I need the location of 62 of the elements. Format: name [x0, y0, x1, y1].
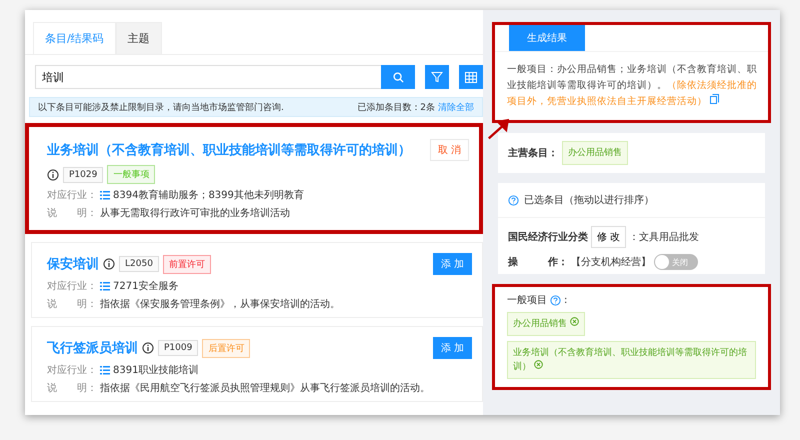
- add-button[interactable]: 添 加: [432, 337, 472, 359]
- field-label: 对应行业：: [47, 364, 97, 377]
- description-text: 指依据《民用航空飞行签派员执照管理规则》从事飞行签派员培训的活动。: [100, 382, 430, 395]
- add-button[interactable]: 添 加: [432, 253, 472, 275]
- table-view-button[interactable]: [459, 65, 483, 89]
- list-icon: [100, 366, 110, 374]
- field-label: 对应行业：: [47, 280, 97, 293]
- search-button[interactable]: [381, 65, 415, 89]
- item-code: P1029: [63, 166, 104, 182]
- section-label: 一般项目: [507, 294, 547, 307]
- permit-tag: 前置许可: [162, 254, 211, 274]
- result-text: 一般项目：办公用品销售；业务培训（不含教育培训、职业技能培训等需取得许可的培训）。（除依法须经批准的项目外，凭营业执照依法自主开展经营活动）: [495, 51, 768, 120]
- generate-button[interactable]: 生成结果: [509, 25, 585, 51]
- cancel-button[interactable]: 取 消: [430, 139, 469, 161]
- item-title[interactable]: 业务培训（不含教育培训、职业技能培训等需取得许可的培训）: [47, 141, 411, 159]
- operation-label: 操 作：: [508, 256, 568, 269]
- description-text: 从事无需取得行政许可审批的业务培训活动: [100, 206, 290, 220]
- permit-tag: 一般事项: [107, 165, 156, 184]
- industry-text: 7271安全服务: [113, 280, 178, 293]
- help-icon[interactable]: [550, 294, 561, 306]
- filter-button[interactable]: [425, 65, 449, 89]
- industry-label: 国民经济行业分类: [508, 230, 588, 244]
- grid-icon: [465, 72, 477, 82]
- search-field[interactable]: 培训: [35, 65, 381, 89]
- tab[interactable]: 主题: [116, 22, 162, 54]
- main-item-label: 主营条目：: [508, 146, 558, 160]
- help-icon[interactable]: [508, 194, 519, 206]
- field-label: 对应行业：: [47, 188, 97, 202]
- toggle-switch[interactable]: 关闭: [654, 254, 698, 270]
- industry-text: 8391职业技能培训: [113, 364, 198, 377]
- copy-icon[interactable]: [710, 94, 720, 104]
- info-icon: [142, 342, 154, 354]
- list-icon: [100, 282, 110, 290]
- description-text: 指依据《保安服务管理条例》，从事保安培训的活动。: [100, 298, 340, 311]
- tab[interactable]: 条目/结果码: [33, 22, 116, 54]
- notice-text: 以下条目可能涉及禁止限制目录，请向当地市场监管部门咨询.: [38, 102, 285, 114]
- section-title: 已选条目（拖动以进行排序）: [524, 194, 654, 207]
- operation-value: 【分支机构经营】: [571, 256, 651, 269]
- modify-button[interactable]: 修 改: [591, 226, 626, 248]
- selected-item-tag[interactable]: 办公用品销售: [507, 312, 585, 336]
- added-count: 已添加条目数：2条: [357, 102, 435, 114]
- clear-all-link[interactable]: 清除全部: [438, 100, 474, 114]
- search-icon: [392, 72, 404, 82]
- field-label: 说 明：: [47, 207, 97, 220]
- selected-item-tag[interactable]: 业务培训（不含教育培训、职业技能培训等需取得许可的培训）: [507, 341, 756, 379]
- remove-icon[interactable]: [570, 317, 579, 326]
- permit-tag: 后置许可: [202, 338, 250, 358]
- field-label: 说 明：: [47, 382, 97, 395]
- main-item-tag: 办公用品销售: [562, 141, 628, 165]
- field-label: 说 明：: [47, 298, 97, 311]
- remove-icon[interactable]: [534, 360, 543, 369]
- item-code: L2050: [119, 256, 159, 272]
- list-icon: [100, 190, 110, 200]
- industry-value: ：文具用品批发: [629, 230, 700, 244]
- info-icon: [103, 258, 115, 270]
- industry-text: 8394教育辅助服务；8399其他未列明教育: [113, 188, 304, 202]
- item-title[interactable]: 飞行签派员培训: [47, 339, 138, 357]
- colon-text: :: [564, 294, 568, 306]
- item-title[interactable]: 保安培训: [47, 255, 99, 273]
- info-icon: [47, 168, 59, 180]
- filter-icon: [431, 71, 443, 83]
- item-code: P1009: [158, 340, 198, 356]
